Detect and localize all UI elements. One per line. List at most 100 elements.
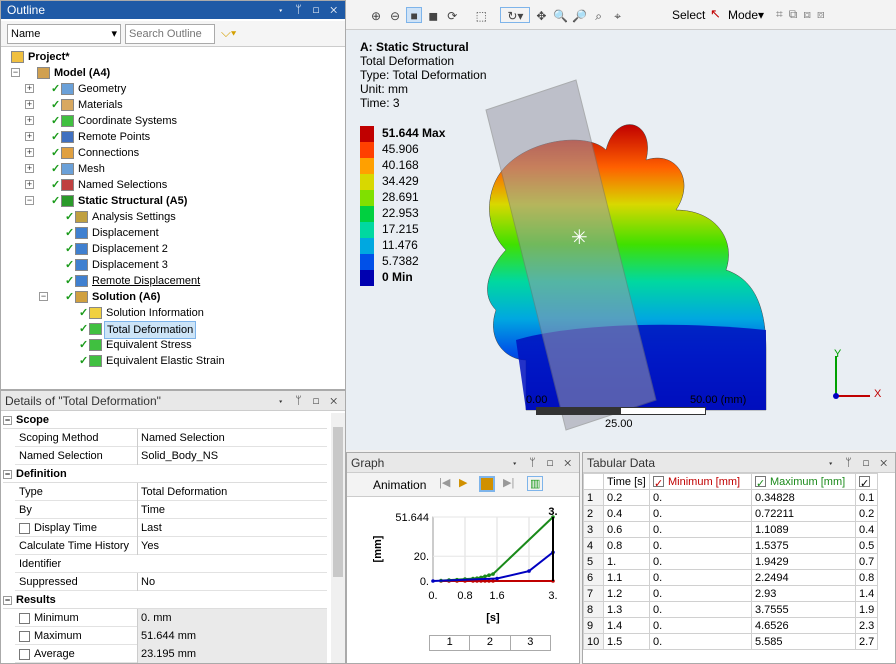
details-value[interactable]: Total Deformation — [137, 483, 327, 501]
scrollbar-thumb[interactable] — [333, 427, 343, 577]
parameter-checkbox[interactable] — [19, 612, 30, 624]
name-dropdown[interactable]: Name ▾ — [7, 24, 121, 44]
zoom-region-icon[interactable]: ⌖ — [610, 8, 626, 24]
shaded-icon[interactable]: ◼ — [425, 8, 441, 24]
tree-item[interactable]: + ✓ Connections — [25, 145, 141, 161]
tree-item[interactable]: ✓ Total Deformation — [79, 321, 197, 339]
table-row[interactable]: 5 1. 0. 1.9429 0.7 — [583, 553, 879, 570]
frame-1[interactable]: 1 — [430, 636, 471, 650]
minimum-header[interactable]: ✓ Minimum [mm] — [649, 473, 752, 490]
tree-item[interactable]: ✓ Displacement 2 — [65, 241, 170, 257]
details-row[interactable]: Display Time Last — [15, 519, 327, 537]
tree-item[interactable]: − ✓ Static Structural (A5) — [25, 193, 189, 209]
tree-item[interactable]: ✓ Solution Information — [79, 305, 206, 321]
details-row[interactable]: By Time — [15, 501, 327, 519]
expand-icon[interactable]: + — [25, 84, 34, 93]
graphics-viewport[interactable]: A: Static Structural Total Deformation Ty… — [346, 30, 896, 450]
parameter-checkbox[interactable] — [19, 522, 30, 534]
collapse-icon[interactable]: − — [3, 470, 12, 479]
expand-icon[interactable]: + — [25, 132, 34, 141]
maximum-header[interactable]: ✓ Maximum [mm] — [751, 473, 856, 490]
details-row[interactable]: Minimum 0. mm — [15, 609, 327, 627]
table-row[interactable]: 10 1.5 0. 5.585 2.7 — [583, 633, 879, 650]
tree-item[interactable]: + ✓ Geometry — [25, 81, 128, 97]
details-section-header[interactable]: − Definition — [3, 465, 327, 483]
details-value[interactable]: Named Selection — [137, 429, 327, 447]
details-value[interactable]: Time — [137, 501, 327, 519]
tree-item[interactable]: Project* — [11, 49, 72, 65]
expand-icon[interactable]: + — [25, 180, 34, 189]
expand-icon[interactable]: + — [25, 116, 34, 125]
select-filter-icons[interactable]: ⌗⧉⧈⧇ — [776, 7, 831, 22]
zoom-fit-icon[interactable]: ⊕ — [368, 8, 384, 24]
zoom-out-icon[interactable]: 🔎 — [572, 8, 588, 24]
search-options-icon[interactable]: ⌵▾ — [221, 25, 236, 41]
distributed-frames-icon[interactable]: ▥ — [527, 476, 544, 491]
pan-icon[interactable]: ✥ — [533, 8, 549, 24]
tree-item[interactable]: + ✓ Coordinate Systems — [25, 113, 179, 129]
details-scrollbar[interactable] — [331, 413, 345, 663]
cube-view-icon[interactable]: ■ — [406, 7, 423, 23]
details-value[interactable]: 0. mm — [137, 609, 327, 627]
frame-3[interactable]: 3 — [511, 636, 550, 650]
collapse-icon[interactable]: − — [3, 416, 12, 425]
parameter-checkbox[interactable] — [19, 630, 30, 642]
details-row[interactable]: Maximum 51.644 mm — [15, 627, 327, 645]
details-value[interactable]: 23.195 mm — [137, 645, 327, 663]
tree-item[interactable]: ✓ Remote Displacement — [65, 273, 202, 289]
tree-item[interactable]: + ✓ Remote Points — [25, 129, 152, 145]
details-row[interactable]: Scoping Method Named Selection — [15, 429, 327, 447]
details-value[interactable]: No — [137, 573, 327, 591]
details-section-header[interactable]: − Scope — [3, 411, 327, 429]
box-select-icon[interactable]: ⬚ — [473, 8, 489, 24]
average-header[interactable]: ✓ — [854, 473, 879, 490]
outline-window-buttons[interactable]: ▾ ᛘ ☐ ✕ — [277, 1, 341, 19]
table-row[interactable]: 1 0.2 0. 0.34828 0.1 — [583, 489, 879, 506]
cursor-icon[interactable]: ↖ — [710, 6, 721, 22]
look-at-icon[interactable]: ⟳ — [444, 8, 460, 24]
graph-window-buttons[interactable]: ▾ ᛘ ☐ ✕ — [511, 453, 575, 473]
tree-item[interactable]: ✓ Displacement — [65, 225, 161, 241]
rotate-icon[interactable]: ↻▾ — [500, 7, 531, 23]
zoom-in-icon[interactable]: 🔍 — [553, 8, 569, 24]
tree-item[interactable]: ✓ Equivalent Stress — [79, 337, 194, 353]
tree-item[interactable]: ✓ Displacement 3 — [65, 257, 170, 273]
tree-item[interactable]: + ✓ Named Selections — [25, 177, 169, 193]
table-row[interactable]: 2 0.4 0. 0.72211 0.2 — [583, 505, 879, 522]
details-value[interactable]: Yes — [137, 537, 327, 555]
maximum-checkbox[interactable]: ✓ — [755, 476, 766, 490]
table-row[interactable]: 4 0.8 0. 1.5375 0.5 — [583, 537, 879, 554]
tree-item[interactable]: − Model (A4) — [11, 65, 112, 81]
details-section-header[interactable]: − Results — [3, 591, 327, 609]
table-row[interactable]: 7 1.2 0. 2.93 1.4 — [583, 585, 879, 602]
collapse-icon[interactable]: − — [3, 596, 12, 605]
tree-item[interactable]: + ✓ Mesh — [25, 161, 107, 177]
collapse-icon[interactable]: − — [11, 68, 20, 77]
play-icon[interactable]: ▶ — [459, 476, 467, 489]
minimum-checkbox[interactable]: ✓ — [653, 476, 664, 490]
average-checkbox[interactable]: ✓ — [859, 476, 870, 490]
tree-item[interactable]: − ✓ Solution (A6) — [39, 289, 162, 305]
details-value[interactable]: 51.644 mm — [137, 627, 327, 645]
details-value[interactable]: Solid_Body_NS — [137, 447, 327, 465]
frame-2[interactable]: 2 — [470, 636, 511, 650]
details-row[interactable]: Suppressed No — [15, 573, 327, 591]
details-row[interactable]: Named Selection Solid_Body_NS — [15, 447, 327, 465]
select-button[interactable]: Select — [672, 8, 705, 22]
tree-item[interactable]: ✓ Equivalent Elastic Strain — [79, 353, 227, 369]
table-row[interactable]: 3 0.6 0. 1.1089 0.4 — [583, 521, 879, 538]
zoom-all-icon[interactable]: ⌕ — [591, 8, 607, 24]
tree-item[interactable]: + ✓ Materials — [25, 97, 125, 113]
search-outline-input[interactable] — [125, 24, 215, 44]
next-frame-icon[interactable]: ▶| — [503, 476, 514, 489]
time-header[interactable]: Time [s] — [603, 473, 650, 490]
expand-icon[interactable]: + — [25, 148, 34, 157]
stop-icon[interactable] — [479, 476, 495, 492]
details-window-buttons[interactable]: ▾ ᛘ ☐ ✕ — [277, 391, 341, 411]
details-row[interactable]: Average 23.195 mm — [15, 645, 327, 663]
mode-dropdown[interactable]: Mode▾ — [728, 8, 764, 22]
collapse-icon[interactable]: − — [39, 292, 48, 301]
expand-icon[interactable]: + — [25, 164, 34, 173]
details-value[interactable]: Last — [137, 519, 327, 537]
expand-icon[interactable]: + — [25, 100, 34, 109]
